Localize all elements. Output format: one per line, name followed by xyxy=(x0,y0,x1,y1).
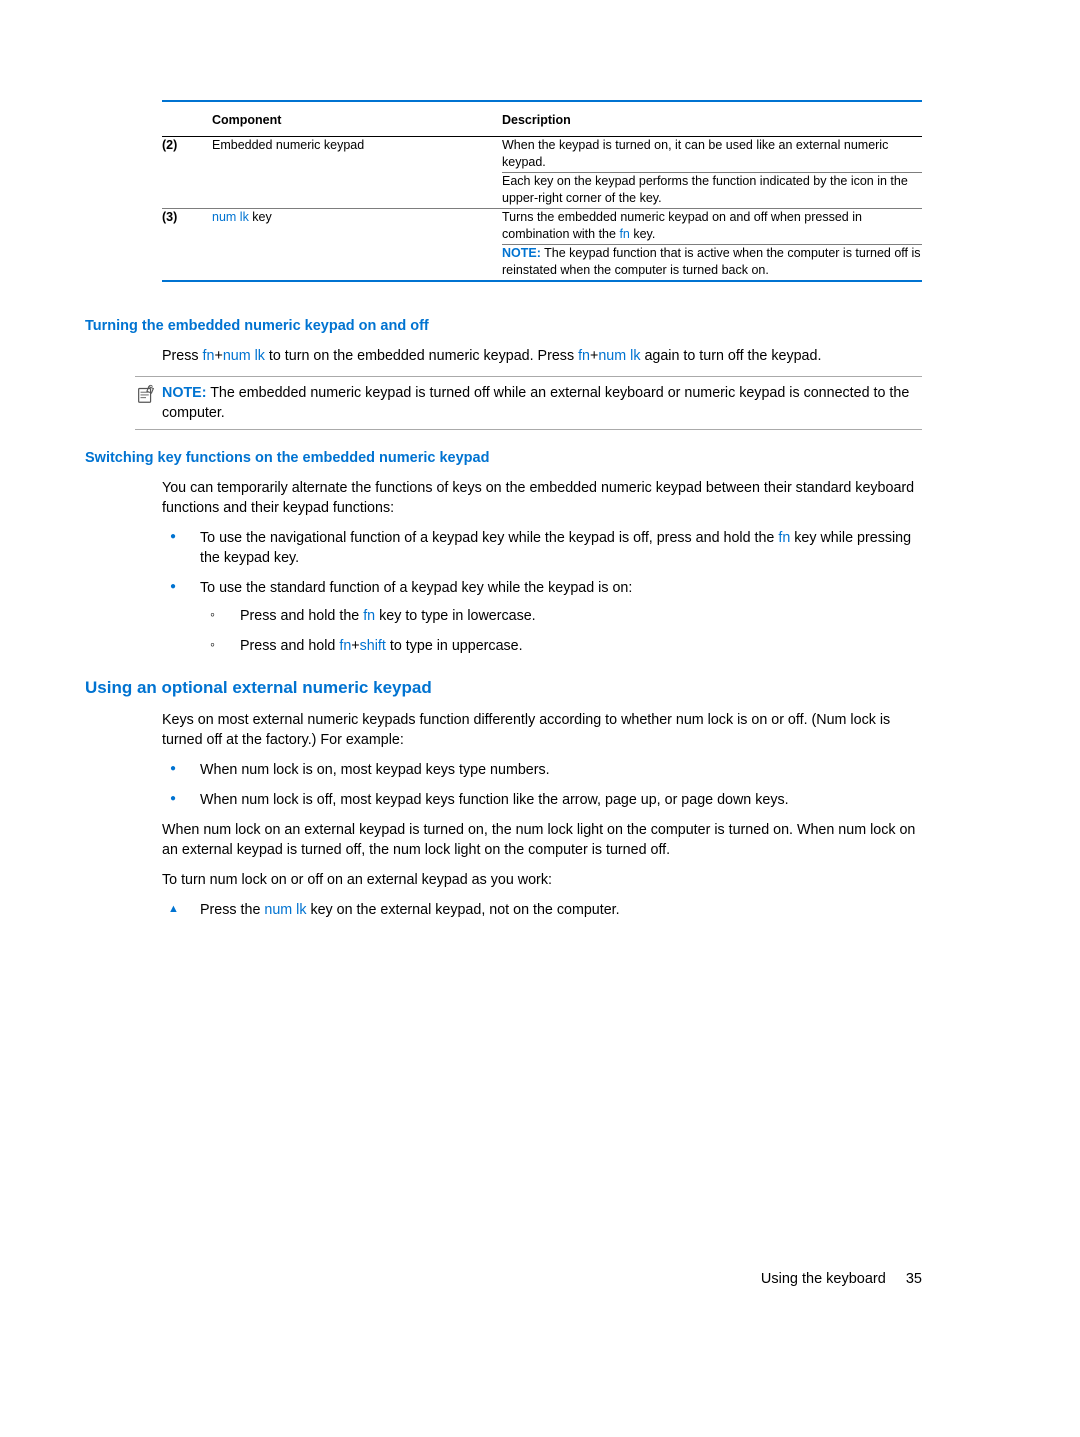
row-num: (2) xyxy=(162,136,212,172)
th-description: Description xyxy=(502,102,922,136)
row-component: Embedded numeric keypad xyxy=(212,136,502,172)
list-item: To use the standard function of a keypad… xyxy=(162,578,922,656)
paragraph: When num lock on an external keypad is t… xyxy=(162,820,922,860)
table-bottom-rule xyxy=(162,280,922,282)
fn-key-link: fn xyxy=(778,530,790,546)
heading-turning-keypad: Turning the embedded numeric keypad on a… xyxy=(85,316,922,336)
list-item: Press and hold fn+shift to type in upper… xyxy=(200,636,922,656)
numlk-key-link: num lk xyxy=(212,210,249,224)
paragraph: Keys on most external numeric keypads fu… xyxy=(162,710,922,750)
note-callout: NOTE: The embedded numeric keypad is tur… xyxy=(135,376,922,430)
paragraph: Press fn+num lk to turn on the embedded … xyxy=(162,346,922,366)
numlk-key-link: num lk xyxy=(264,902,306,918)
numlk-key-link: num lk xyxy=(223,348,265,364)
fn-key-link: fn xyxy=(339,638,351,654)
paragraph: To turn num lock on or off on an externa… xyxy=(162,870,922,890)
document-page: Component Description (2) Embedded numer… xyxy=(0,0,1080,1437)
table-row: (2) Embedded numeric keypad When the key… xyxy=(162,136,922,172)
table-row: Each key on the keypad performs the func… xyxy=(162,173,922,208)
sub-bullet-list: Press and hold the fn key to type in low… xyxy=(200,606,922,656)
list-item: When num lock is on, most keypad keys ty… xyxy=(162,760,922,780)
step-list: Press the num lk key on the external key… xyxy=(162,900,922,920)
fn-key-link: fn xyxy=(363,608,375,624)
list-item: To use the navigational function of a ke… xyxy=(162,528,922,568)
row-component: num lk key xyxy=(212,209,502,244)
th-component: Component xyxy=(212,102,502,136)
shift-key-link: shift xyxy=(360,638,386,654)
note-label: NOTE: xyxy=(162,385,206,401)
footer-title: Using the keyboard xyxy=(761,1271,886,1287)
bullet-list: When num lock is on, most keypad keys ty… xyxy=(162,760,922,810)
fn-key-link: fn xyxy=(619,227,629,241)
list-item: Press the num lk key on the external key… xyxy=(162,900,922,920)
list-item: Press and hold the fn key to type in low… xyxy=(200,606,922,626)
note-icon xyxy=(135,383,157,405)
numlk-key-link: num lk xyxy=(598,348,640,364)
paragraph: You can temporarily alternate the functi… xyxy=(162,478,922,518)
row-desc: Each key on the keypad performs the func… xyxy=(502,173,922,208)
row-desc: When the keypad is turned on, it can be … xyxy=(502,136,922,172)
fn-key-link: fn xyxy=(203,348,215,364)
row-num: (3) xyxy=(162,209,212,244)
table-row: (3) num lk key Turns the embedded numeri… xyxy=(162,209,922,244)
heading-external-keypad: Using an optional external numeric keypa… xyxy=(85,676,922,700)
note-text: The embedded numeric keypad is turned of… xyxy=(162,385,909,421)
heading-switching-functions: Switching key functions on the embedded … xyxy=(85,448,922,468)
row-desc: NOTE: The keypad function that is active… xyxy=(502,245,922,280)
page-footer: Using the keyboard 35 xyxy=(761,1269,922,1289)
note-label: NOTE: xyxy=(502,246,541,260)
component-table: Component Description (2) Embedded numer… xyxy=(162,102,922,280)
table-row: NOTE: The keypad function that is active… xyxy=(162,245,922,280)
page-number: 35 xyxy=(906,1271,922,1287)
fn-key-link: fn xyxy=(578,348,590,364)
row-desc: Turns the embedded numeric keypad on and… xyxy=(502,209,922,244)
bullet-list: To use the navigational function of a ke… xyxy=(162,528,922,656)
list-item: When num lock is off, most keypad keys f… xyxy=(162,790,922,810)
